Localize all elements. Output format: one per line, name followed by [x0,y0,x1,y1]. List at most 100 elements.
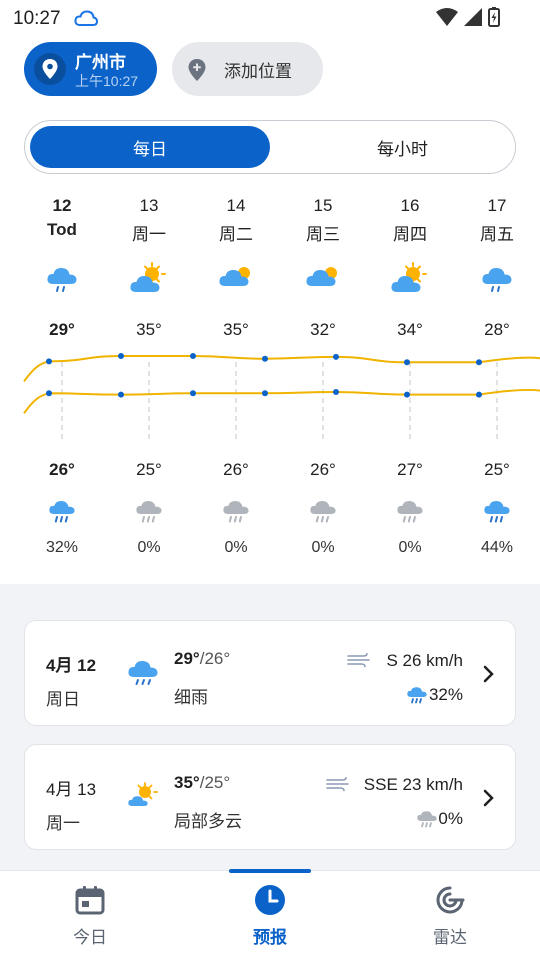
partly-sunny-icon [128,782,158,806]
daily-detail-card[interactable]: 4月 12 周日 29°/26° 细雨 S 26 km/h 32% [24,620,516,726]
day-column[interactable]: 16 周四 [370,196,450,244]
wind-icon [326,777,349,792]
day-date: 16 [400,196,420,215]
card-weekday: 周一 [46,814,80,833]
cloud-drizzle-icon [223,500,249,523]
temperature-chart [23,353,540,442]
cloud-drizzle-icon [310,500,336,523]
daily-detail-card[interactable]: 4月 13 周一 35°/25° 局部多云 SSE 23 km/h 0% [24,744,516,850]
temp-low: 25° [484,460,510,479]
day-date: 15 [313,196,333,215]
precip-chance: 32% [45,539,79,556]
cloud-sun-icon [219,267,250,286]
temp-low: 27° [397,460,423,479]
day-weekday: Tod [47,220,77,239]
temp-low: 26° [49,460,75,479]
nav-today[interactable]: 今日 [40,883,140,948]
status-time: 10:27 [13,8,61,29]
high-temp-line-point [333,353,339,360]
card-temp-high: 35° [174,773,200,792]
day-weekday: 周五 [480,225,514,244]
card-precip: 0% [438,809,463,828]
low-temp-line-point [46,390,52,397]
clock-icon [253,883,287,917]
bottom-navigation: 今日 预报 雷达 [0,869,540,960]
partly-sunny-icon [130,262,166,292]
precip-chance: 0% [224,539,248,556]
precip-chance: 0% [137,539,161,556]
precip-chance: 0% [311,539,335,556]
card-temperature: 35°/25° [174,773,230,793]
low-temp-line-point [476,391,482,398]
temp-high: 28° [484,320,510,339]
partly-sunny-icon [391,262,427,292]
temp-high: 29° [49,320,75,339]
high-temp-line-point [404,359,410,366]
nav-radar-label: 雷达 [433,928,467,947]
chevron-right-icon[interactable] [483,789,495,807]
wifi-icon [436,8,458,26]
card-wind: S 26 km/h [386,651,463,670]
nav-radar[interactable]: 雷达 [400,883,500,948]
precip-chance: 44% [480,539,514,556]
low-temp-line-point [333,389,339,395]
low-temp-line-point [404,391,410,398]
card-temp-low: /26° [199,649,231,668]
card-date: 4月 13 [46,780,97,799]
wind-icon [347,653,370,668]
high-temp-line [23,355,540,382]
temp-high: 35° [223,320,249,339]
day-weekday: 周一 [132,225,166,244]
calendar-icon [73,883,107,917]
cloud-rain-icon [47,267,77,292]
tab-daily[interactable]: 每日 [30,126,270,168]
high-temp-line-point [46,358,52,365]
cloud-status-icon [74,10,98,26]
day-weekday: 周四 [393,225,427,244]
day-column[interactable]: 13 周一 [109,196,189,244]
cloud-drizzle-icon [417,811,437,828]
day-date: 17 [487,196,507,215]
add-location-button[interactable]: 添加位置 [172,42,323,96]
day-column[interactable]: 14 周二 [196,196,276,244]
temp-low: 26° [310,460,336,479]
high-temp-line-point [476,359,482,366]
day-column[interactable]: 15 周三 [283,196,363,244]
rain-icon [484,500,510,523]
location-chip-current[interactable]: 广州市 上午10:27 [24,42,157,96]
add-location-label: 添加位置 [224,62,292,81]
card-condition: 细雨 [174,688,208,707]
tab-hourly[interactable]: 每小时 [295,126,510,168]
high-temp-line-point [190,353,196,359]
battery-icon [488,7,500,27]
card-temp-low: /25° [199,773,231,792]
cloud-rain-icon [128,660,158,685]
low-temp-line-point [190,390,196,397]
low-temp-line [23,388,540,414]
precip-chance: 0% [398,539,422,556]
card-wind: SSE 23 km/h [363,775,463,794]
forecast-mode-toggle: 每日 每小时 [24,120,516,174]
card-temperature: 29°/26° [174,649,230,669]
cloud-rain-icon [482,267,512,292]
card-precip: 32% [428,685,463,704]
low-temp-line-point [118,391,124,398]
day-column[interactable]: 17 周五 [457,196,537,244]
nav-forecast[interactable]: 预报 [220,883,320,948]
chevron-right-icon[interactable] [483,665,495,683]
rain-icon [49,500,75,523]
day-column[interactable]: 12 Tod [22,196,102,244]
card-date: 4月 12 [46,656,97,675]
nav-today-label: 今日 [73,928,107,947]
card-temp-high: 29° [174,649,200,668]
temp-high: 32° [310,320,336,339]
day-weekday: 周二 [219,225,253,244]
cloud-sun-icon [306,267,337,286]
day-weekday: 周三 [306,225,340,244]
day-date: 14 [226,196,246,215]
daily-detail-section: 4月 12 周日 29°/26° 细雨 S 26 km/h 32% 4月 13 … [0,584,540,870]
day-date: 13 [139,196,159,215]
temp-low: 26° [223,460,249,479]
signal-icon [464,8,482,26]
location-city: 广州市 [75,53,126,72]
